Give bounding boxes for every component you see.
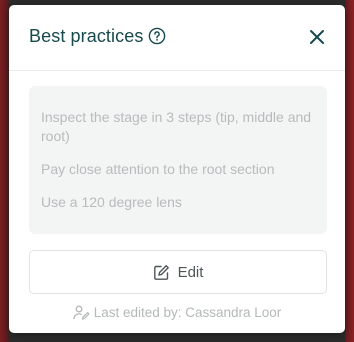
help-circle-icon[interactable]	[148, 27, 166, 45]
tip-item: Pay close attention to the root section	[41, 161, 275, 177]
edit-button[interactable]: Edit	[29, 250, 327, 294]
edit-button-label: Edit	[177, 263, 204, 281]
last-edited-info: Last edited by: Cassandra Loor	[9, 302, 345, 322]
tips-list: Inspect the stage in 3 steps (tip, middl…	[29, 86, 327, 234]
tip-item: Use a 120 degree lens	[41, 194, 182, 210]
dialog-title: Best practices	[29, 26, 144, 46]
best-practices-dialog: Best practices Inspect the stage in 3 st…	[9, 5, 345, 333]
tip-item: Inspect the stage in 3 steps (tip, middl…	[41, 109, 312, 144]
user-edit-icon	[73, 305, 90, 320]
last-edited-text: Last edited by: Cassandra Loor	[93, 304, 282, 320]
close-button[interactable]	[307, 27, 327, 47]
dialog-header: Best practices	[9, 5, 345, 71]
pencil-square-icon	[153, 264, 169, 280]
